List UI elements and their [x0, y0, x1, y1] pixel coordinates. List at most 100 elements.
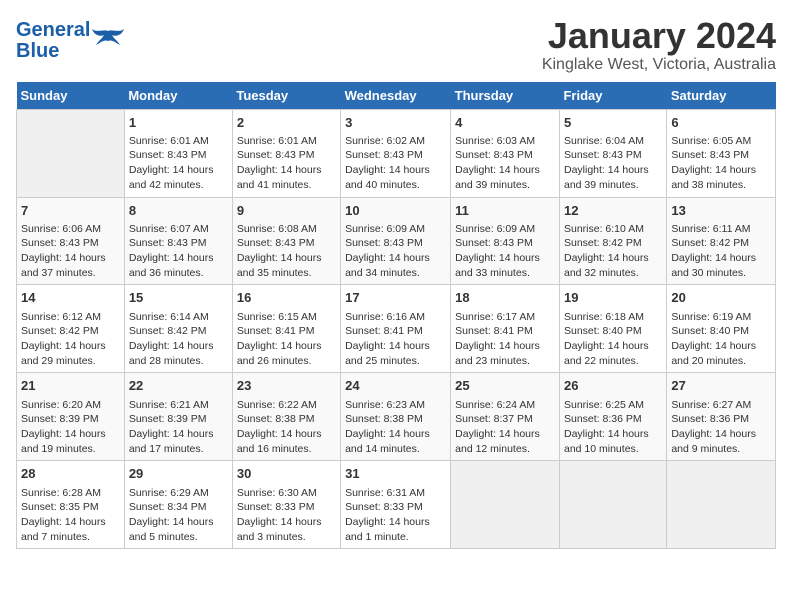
day-info: Sunset: 8:36 PM: [564, 412, 662, 427]
day-number: 4: [455, 114, 555, 132]
day-cell: 21Sunrise: 6:20 AMSunset: 8:39 PMDayligh…: [17, 373, 125, 461]
day-info: Daylight: 14 hours: [237, 427, 336, 442]
day-info: Daylight: 14 hours: [345, 163, 446, 178]
day-info: Sunrise: 6:11 AM: [671, 222, 771, 237]
day-cell: 30Sunrise: 6:30 AMSunset: 8:33 PMDayligh…: [232, 461, 340, 549]
day-info: Sunset: 8:43 PM: [237, 236, 336, 251]
day-info: Sunrise: 6:09 AM: [455, 222, 555, 237]
day-info: and 40 minutes.: [345, 178, 446, 193]
day-info: Daylight: 14 hours: [564, 339, 662, 354]
day-info: Sunset: 8:41 PM: [345, 324, 446, 339]
day-cell: 23Sunrise: 6:22 AMSunset: 8:38 PMDayligh…: [232, 373, 340, 461]
day-info: and 33 minutes.: [455, 266, 555, 281]
day-info: and 20 minutes.: [671, 354, 771, 369]
day-info: and 9 minutes.: [671, 442, 771, 457]
day-info: Sunrise: 6:21 AM: [129, 398, 228, 413]
day-info: Sunrise: 6:18 AM: [564, 310, 662, 325]
day-info: Daylight: 14 hours: [129, 515, 228, 530]
day-info: Sunset: 8:35 PM: [21, 500, 120, 515]
day-info: Daylight: 14 hours: [564, 427, 662, 442]
day-info: Daylight: 14 hours: [345, 515, 446, 530]
day-info: Sunrise: 6:31 AM: [345, 486, 446, 501]
day-info: and 19 minutes.: [21, 442, 120, 457]
day-cell: 5Sunrise: 6:04 AMSunset: 8:43 PMDaylight…: [559, 109, 666, 197]
calendar-body: 1Sunrise: 6:01 AMSunset: 8:43 PMDaylight…: [17, 109, 776, 549]
day-info: Daylight: 14 hours: [129, 427, 228, 442]
day-info: Sunset: 8:43 PM: [455, 148, 555, 163]
day-info: Sunrise: 6:01 AM: [129, 134, 228, 149]
day-cell: [451, 461, 560, 549]
day-number: 14: [21, 289, 120, 307]
day-info: Daylight: 14 hours: [345, 427, 446, 442]
day-number: 31: [345, 465, 446, 483]
day-info: Daylight: 14 hours: [129, 251, 228, 266]
day-cell: 31 Sunrise: 6:31 AMSunset: 8:33 PMDayligh…: [341, 461, 451, 549]
day-number: 8: [129, 202, 228, 220]
day-info: Daylight: 14 hours: [21, 427, 120, 442]
day-info: Sunset: 8:33 PM: [345, 500, 446, 515]
day-info: and 26 minutes.: [237, 354, 336, 369]
day-info: Sunset: 8:43 PM: [129, 148, 228, 163]
day-number: 3: [345, 114, 446, 132]
day-cell: 6Sunrise: 6:05 AMSunset: 8:43 PMDaylight…: [667, 109, 776, 197]
page-header: General Blue January 2024 Kinglake West,…: [16, 16, 776, 74]
day-cell: 12Sunrise: 6:10 AMSunset: 8:42 PMDayligh…: [559, 197, 666, 285]
day-number: 13: [671, 202, 771, 220]
day-info: and 5 minutes.: [129, 530, 228, 545]
day-info: and 39 minutes.: [455, 178, 555, 193]
header-row: SundayMondayTuesdayWednesdayThursdayFrid…: [17, 82, 776, 110]
day-number: 11: [455, 202, 555, 220]
day-info: Daylight: 14 hours: [671, 339, 771, 354]
day-info: Sunrise: 6:01 AM: [237, 134, 336, 149]
day-info: Sunrise: 6:20 AM: [21, 398, 120, 413]
day-cell: 29Sunrise: 6:29 AMSunset: 8:34 PMDayligh…: [124, 461, 232, 549]
day-info: and 22 minutes.: [564, 354, 662, 369]
day-number: 29: [129, 465, 228, 483]
day-info: Daylight: 14 hours: [237, 251, 336, 266]
day-cell: 4Sunrise: 6:03 AMSunset: 8:43 PMDaylight…: [451, 109, 560, 197]
day-info: and 39 minutes.: [564, 178, 662, 193]
day-number: 18: [455, 289, 555, 307]
day-cell: 7Sunrise: 6:06 AMSunset: 8:43 PMDaylight…: [17, 197, 125, 285]
week-row-1: 1Sunrise: 6:01 AMSunset: 8:43 PMDaylight…: [17, 109, 776, 197]
day-cell: 9Sunrise: 6:08 AMSunset: 8:43 PMDaylight…: [232, 197, 340, 285]
day-info: Sunrise: 6:17 AM: [455, 310, 555, 325]
day-info: Sunrise: 6:14 AM: [129, 310, 228, 325]
day-info: Sunset: 8:36 PM: [671, 412, 771, 427]
day-info: Daylight: 14 hours: [671, 251, 771, 266]
day-cell: 16Sunrise: 6:15 AMSunset: 8:41 PMDayligh…: [232, 285, 340, 373]
calendar-table: SundayMondayTuesdayWednesdayThursdayFrid…: [16, 82, 776, 550]
day-number: 28: [21, 465, 120, 483]
day-cell: 17Sunrise: 6:16 AMSunset: 8:41 PMDayligh…: [341, 285, 451, 373]
day-info: Daylight: 14 hours: [237, 163, 336, 178]
day-info: Daylight: 14 hours: [345, 251, 446, 266]
day-info: Sunset: 8:38 PM: [345, 412, 446, 427]
day-info: Sunrise: 6:19 AM: [671, 310, 771, 325]
day-info: Sunrise: 6:06 AM: [21, 222, 120, 237]
day-number: 2: [237, 114, 336, 132]
day-info: and 37 minutes.: [21, 266, 120, 281]
day-info: Sunset: 8:40 PM: [564, 324, 662, 339]
day-number: 12: [564, 202, 662, 220]
day-info: Daylight: 14 hours: [455, 427, 555, 442]
logo-bird-icon: [90, 27, 126, 55]
column-header-tuesday: Tuesday: [232, 82, 340, 110]
day-info: Sunrise: 6:09 AM: [345, 222, 446, 237]
day-info: Sunset: 8:39 PM: [21, 412, 120, 427]
day-cell: 13 Sunrise: 6:11 AMSunset: 8:42 PMDayligh…: [667, 197, 776, 285]
day-info: Daylight: 14 hours: [671, 163, 771, 178]
day-info: Sunset: 8:43 PM: [237, 148, 336, 163]
day-info: Sunset: 8:38 PM: [237, 412, 336, 427]
day-cell: 25Sunrise: 6:24 AMSunset: 8:37 PMDayligh…: [451, 373, 560, 461]
week-row-3: 14Sunrise: 6:12 AMSunset: 8:42 PMDayligh…: [17, 285, 776, 373]
day-info: Sunrise: 6:22 AM: [237, 398, 336, 413]
day-cell: 20Sunrise: 6:19 AMSunset: 8:40 PMDayligh…: [667, 285, 776, 373]
day-info: Daylight: 14 hours: [455, 339, 555, 354]
day-info: Sunset: 8:42 PM: [671, 236, 771, 251]
day-info: Sunrise: 6:24 AM: [455, 398, 555, 413]
logo-text2: Blue: [16, 40, 59, 62]
day-cell: [559, 461, 666, 549]
day-info: Daylight: 14 hours: [455, 251, 555, 266]
day-info: Sunset: 8:34 PM: [129, 500, 228, 515]
day-number: 16: [237, 289, 336, 307]
